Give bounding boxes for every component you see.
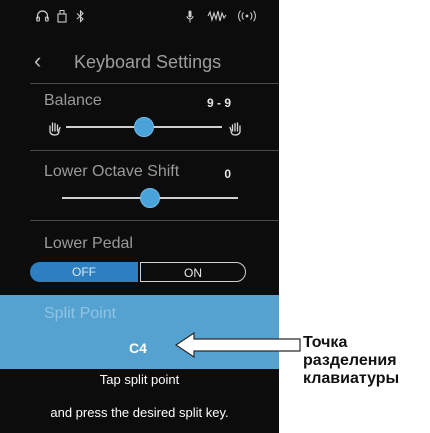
right-hand-icon xyxy=(228,120,244,141)
chevron-left-icon[interactable]: ‹ xyxy=(34,46,41,76)
wifi-icon xyxy=(236,10,258,25)
balance-value: 9 - 9 xyxy=(206,96,231,110)
callout-caption: Точка разделения клавиатуры xyxy=(303,334,399,388)
divider xyxy=(30,83,279,84)
lower-octave-shift-value: 0 xyxy=(224,167,231,181)
split-point-key: C4 xyxy=(129,340,147,356)
left-hand-icon xyxy=(46,120,62,141)
balance-slider-knob[interactable] xyxy=(134,117,154,137)
split-point-panel[interactable]: Split Point C4 xyxy=(0,295,279,369)
lower-pedal-label: Lower Pedal xyxy=(44,235,133,252)
lower-pedal-on-button[interactable]: ON xyxy=(140,262,246,282)
lower-pedal-toggle: OFF ON xyxy=(30,262,246,282)
callout-line: клавиатуры xyxy=(303,370,400,387)
audio-wave-icon xyxy=(207,10,227,25)
instruction-line-1: Tap split point xyxy=(99,372,180,387)
header: ‹ Keyboard Settings xyxy=(0,46,279,78)
usb-icon xyxy=(57,10,67,26)
callout-line: Точка xyxy=(303,334,348,351)
lower-octave-shift-label: Lower Octave Shift xyxy=(44,163,180,180)
page-title: Keyboard Settings xyxy=(74,52,222,72)
balance-label: Balance xyxy=(44,92,102,109)
callout-line: разделения xyxy=(303,352,397,369)
lower-octave-shift-slider-knob[interactable] xyxy=(140,188,160,208)
lower-pedal-off-button[interactable]: OFF xyxy=(30,262,138,282)
piano-app-screen: ‹ Keyboard Settings Balance 9 - 9 Lower … xyxy=(0,0,279,433)
microphone-icon xyxy=(186,10,194,26)
divider xyxy=(30,150,279,151)
bluetooth-icon xyxy=(76,9,85,26)
instruction-line-2: and press the desired split key. xyxy=(50,405,229,420)
divider xyxy=(30,220,279,221)
headphones-icon xyxy=(36,10,49,25)
split-point-label: Split Point xyxy=(44,305,117,322)
status-bar xyxy=(0,0,279,36)
